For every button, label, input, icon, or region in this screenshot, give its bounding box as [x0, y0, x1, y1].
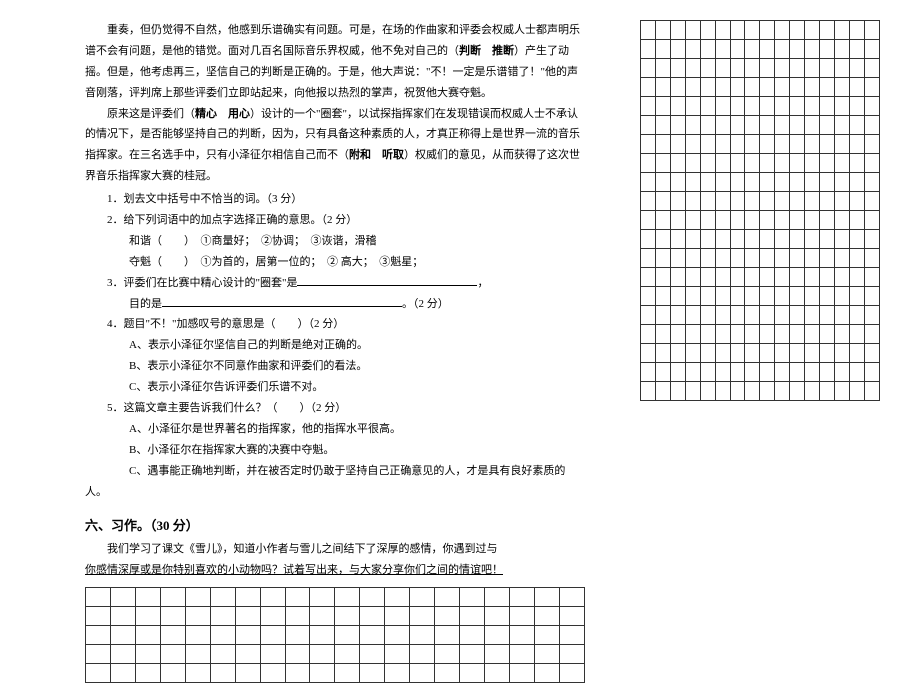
question-4b: B、表示小泽征尔不同意作曲家和评委们的看法。	[85, 356, 585, 377]
question-3: 3．评委们在比赛中精心设计的"圈套"是 ，	[85, 273, 585, 294]
prompt-line-2: 你感情深厚或是你特别喜欢的小动物吗？试着写出来，与大家分享你们之间的情谊吧！	[85, 560, 585, 581]
main-content: 重奏，但仍觉得不自然，他感到乐谱确实有问题。可是，在场的作曲家和评委会权威人士都…	[85, 20, 585, 683]
p2-prefix1: 原来这是评委们（	[107, 108, 195, 120]
question-2: 2．给下列词语中的加点字选择正确的意思。（2 分）	[85, 210, 585, 231]
p2-bold1-choices: 精心 用心	[195, 108, 250, 120]
reading-passage: 重奏，但仍觉得不自然，他感到乐谱确实有问题。可是，在场的作曲家和评委会权威人士都…	[85, 20, 585, 187]
question-5b: B、小泽征尔在指挥家大赛的决赛中夺魁。	[85, 440, 585, 461]
p1-bold-choices: 判断 推断	[459, 45, 514, 57]
passage-para-2: 原来这是评委们（精心 用心）设计的一个"圈套"，以试探指挥家们在发现错误而权威人…	[85, 104, 585, 188]
p2-bold2-choices: 附和 听取	[349, 149, 404, 161]
q3b-prefix: 目的是	[129, 298, 162, 310]
question-4: 4．题目"不！"加感叹号的意思是（ ）（2 分）	[85, 314, 585, 335]
question-5: 5．这篇文章主要告诉我们什么？（ ）（2 分）	[85, 398, 585, 419]
q3-prefix: 3．评委们在比赛中精心设计的"圈套"是	[107, 277, 297, 289]
passage-para-1: 重奏，但仍觉得不自然，他感到乐谱确实有问题。可是，在场的作曲家和评委会权威人士都…	[85, 20, 585, 104]
question-2b: 夺魁（ ） ①为首的，居第一位的； ② 高大； ③魁星；	[85, 252, 585, 273]
question-5c: C、遇事能正确地判断，并在被否定时仍敢于坚持自己正确意见的人，才是具有良好素质的…	[85, 461, 585, 503]
q3-tail: ，	[477, 277, 488, 289]
question-4a: A、表示小泽征尔坚信自己的判断是绝对正确的。	[85, 335, 585, 356]
blank-line[interactable]	[162, 295, 402, 307]
question-2a: 和谐（ ） ①商量好； ②协调； ③诙谐，滑稽	[85, 231, 585, 252]
question-4c: C、表示小泽征尔告诉评委们乐谱不对。	[85, 377, 585, 398]
q3b-tail: 。（2 分）	[402, 298, 449, 310]
prompt-line-1: 我们学习了课文《雪儿》，知道小作者与雪儿之间结下了深厚的感情，你遇到过与	[85, 539, 585, 560]
writing-grid-right[interactable]	[640, 20, 880, 401]
writing-prompt: 我们学习了课文《雪儿》，知道小作者与雪儿之间结下了深厚的感情，你遇到过与 你感情…	[85, 539, 585, 581]
question-1: 1．划去文中括号中不恰当的词。（3 分）	[85, 189, 585, 210]
writing-grid-bottom[interactable]	[85, 587, 585, 683]
question-3b: 目的是 。（2 分）	[85, 294, 585, 315]
blank-line[interactable]	[297, 274, 477, 286]
question-list: 1．划去文中括号中不恰当的词。（3 分） 2．给下列词语中的加点字选择正确的意思…	[85, 189, 585, 502]
question-5a: A、小泽征尔是世界著名的指挥家，他的指挥水平很高。	[85, 419, 585, 440]
section-6-heading: 六、习作。（30 分）	[85, 514, 585, 539]
